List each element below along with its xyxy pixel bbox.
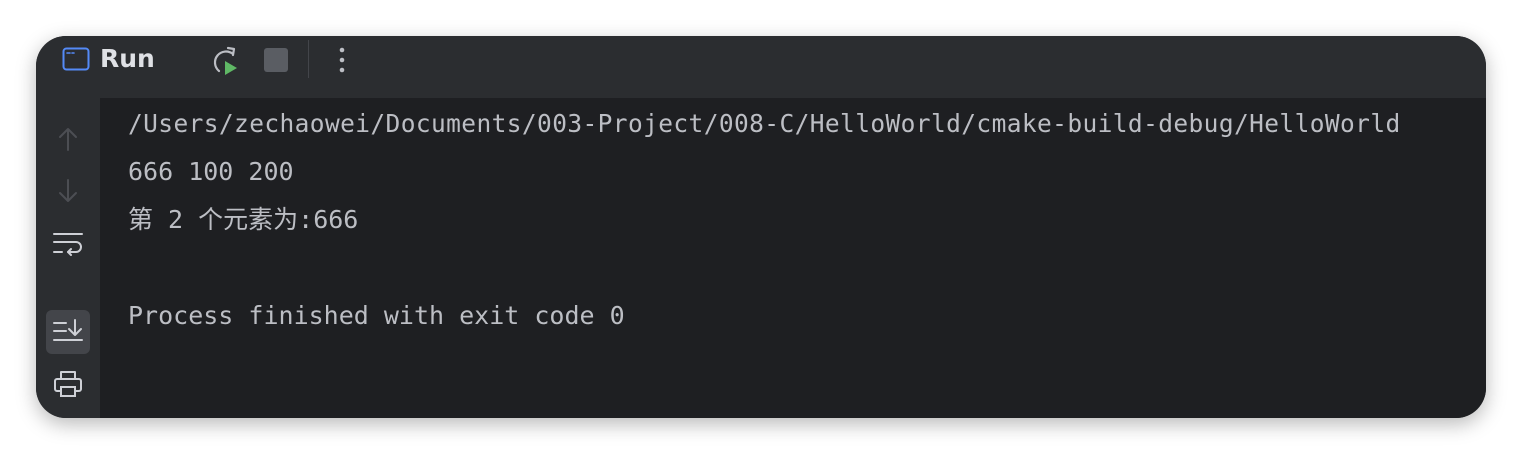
soft-wrap-button[interactable]: [46, 221, 90, 265]
stop-icon: [264, 48, 288, 72]
tool-window-title[interactable]: Run: [100, 42, 155, 76]
scroll-to-end-icon: [53, 319, 83, 341]
console-line-exit-status: Process finished with exit code 0: [128, 301, 625, 330]
more-vertical-icon: [339, 47, 345, 73]
run-console-icon: [62, 47, 90, 71]
console-line: 666 100 200: [128, 157, 294, 186]
console-line-command: /Users/zechaowei/Documents/003-Project/0…: [128, 109, 1401, 138]
run-tool-window: Run /Users/zechaowei/Documents/003-Proje…: [36, 36, 1486, 418]
console-output[interactable]: /Users/zechaowei/Documents/003-Project/0…: [100, 98, 1486, 418]
soft-wrap-icon: [53, 233, 83, 256]
up-arrow-icon: [59, 128, 77, 151]
stop-button[interactable]: [258, 42, 294, 78]
toolbar-separator: [308, 40, 309, 78]
rerun-icon: [213, 46, 237, 75]
scroll-to-end-button[interactable]: [46, 310, 90, 354]
clear-all-button[interactable]: [46, 414, 90, 418]
print-button[interactable]: [46, 362, 90, 406]
run-toolbar: Run: [36, 36, 1486, 99]
console-line: 第 2 个元素为:666: [128, 205, 359, 234]
console-actions-gutter: [36, 98, 100, 418]
rerun-button[interactable]: [206, 42, 242, 78]
more-options-button[interactable]: [324, 42, 360, 78]
print-icon: [54, 371, 82, 397]
next-occurrence-button[interactable]: [46, 169, 90, 213]
down-arrow-icon: [59, 179, 77, 202]
previous-occurrence-button[interactable]: [46, 117, 90, 161]
